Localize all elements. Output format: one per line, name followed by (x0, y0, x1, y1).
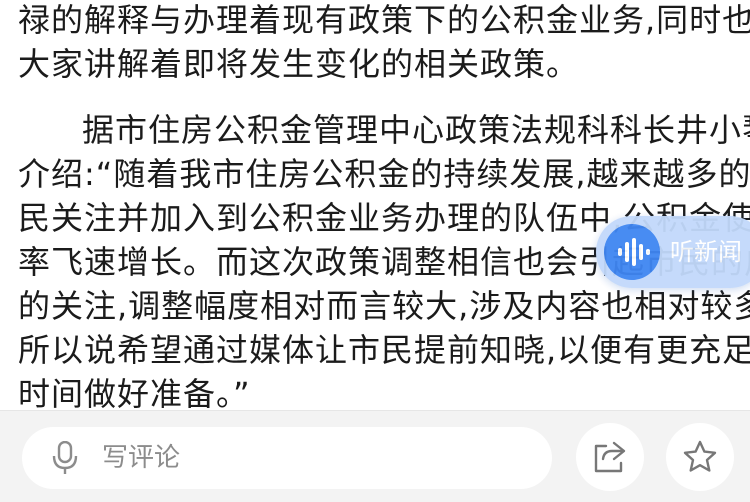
article-line: 时间做好准备。” (18, 375, 251, 410)
listen-news-button[interactable]: 听新闻 (596, 216, 750, 288)
article-line: 所以说希望通过媒体让市民提前知晓,以便有更充足的 (18, 331, 750, 369)
favorite-button[interactable] (666, 423, 734, 491)
microphone-icon (52, 441, 78, 474)
article-line: 大家讲解着即将发生变化的相关政策。 (18, 45, 580, 83)
article-body: 禄的解释与办理着现有政策下的公积金业务,同时也向 大家讲解着即将发生变化的相关政… (0, 0, 750, 410)
star-icon (683, 440, 717, 472)
sound-wave-icon (604, 224, 660, 280)
comment-input[interactable]: 写评论 (22, 427, 552, 489)
article-line: 介绍:“随着我市住房公积金的持续发展,越来越多的市 (18, 155, 750, 193)
article-line: 的关注,调整幅度相对而言较大,涉及内容也相对较多, (18, 287, 750, 325)
listen-news-label: 听新闻 (670, 238, 742, 266)
article-line: 据市住房公积金管理中心政策法规科科长井小琴 (82, 111, 750, 149)
share-button[interactable] (576, 423, 644, 491)
share-icon (594, 441, 626, 473)
bottom-action-bar: 写评论 (0, 410, 750, 502)
article-line: 禄的解释与办理着现有政策下的公积金业务,同时也向 (18, 1, 750, 39)
comment-placeholder: 写评论 (102, 443, 181, 473)
